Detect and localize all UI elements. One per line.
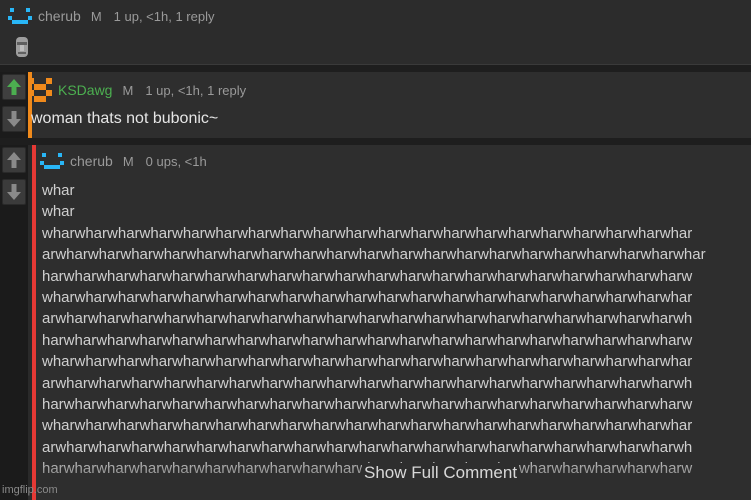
moai-emoji-icon [16, 37, 28, 57]
comment-header: KSDawg M 1 up, <1h, 1 reply [28, 78, 246, 102]
vote-column [0, 72, 28, 138]
comment-body: woman thats not bubonic~ [31, 110, 219, 127]
orange-pixel-avatar-icon[interactable] [28, 78, 52, 102]
body-line: harwharwharwharwharwharwharwharwharwharw… [42, 267, 693, 285]
body-line: wharwharwharwharwharwharwharwharwharwhar… [42, 417, 693, 435]
comment-meta: 1 up, <1h, 1 reply [113, 8, 215, 24]
comment-cherub-1: cherub M 1 up, <1h, 1 reply [0, 0, 751, 65]
vote-column [0, 145, 28, 500]
username[interactable]: cherub [70, 153, 113, 169]
comment-meta: 0 ups, <1h [145, 153, 207, 169]
comment-header: cherub M 1 up, <1h, 1 reply [8, 6, 214, 26]
body-line: arwharwharwharwharwharwharwharwharwharwh… [42, 374, 693, 392]
arrow-down-icon [7, 111, 21, 127]
downvote-button[interactable] [2, 179, 26, 205]
upvote-button[interactable] [2, 74, 26, 100]
cyan-smiley-icon[interactable] [40, 151, 64, 171]
cyan-smiley-icon[interactable] [8, 6, 32, 26]
body-line: whar [42, 182, 75, 199]
body-line: wharwharwharwharwharwharwharwharwharwhar… [42, 289, 693, 307]
comment-thread-bar-red [32, 145, 36, 500]
body-line: wharwharwharwharwharwharwharwharwharwhar… [42, 353, 693, 371]
body-line: arwharwharwharwharwharwharwharwharwharwh… [42, 310, 693, 328]
arrow-down-icon [7, 184, 21, 200]
downvote-button[interactable] [2, 106, 26, 132]
body-line: harwharwharwharwharwharwharwharwharwharw… [42, 331, 693, 349]
arrow-up-icon [7, 152, 21, 168]
watermark: imgflip.com [2, 484, 58, 496]
gender-label: M [90, 8, 102, 24]
comment-ksdawg: KSDawg M 1 up, <1h, 1 reply woman thats … [0, 72, 751, 138]
arrow-up-icon [7, 79, 21, 95]
body-line: arwharwharwharwharwharwharwharwharwharwh… [42, 246, 706, 264]
body-line: wharwharwharwharwharwharwharwharwharwhar… [42, 224, 693, 242]
username[interactable]: cherub [38, 8, 81, 24]
comment-body-long: whar whar wharwharwharwharwharwharwharwh… [42, 180, 751, 480]
body-line: harwharwharwharwharwharwharwharwharwharw… [42, 396, 693, 414]
gender-label: M [122, 82, 134, 98]
gender-label: M [122, 153, 134, 169]
comment-meta: 1 up, <1h, 1 reply [145, 82, 247, 98]
comment-header: cherub M 0 ups, <1h [40, 151, 207, 171]
username[interactable]: KSDawg [58, 82, 112, 98]
show-full-comment-link[interactable]: Show Full Comment [362, 463, 520, 483]
upvote-button[interactable] [2, 147, 26, 173]
body-line: whar [42, 203, 75, 221]
